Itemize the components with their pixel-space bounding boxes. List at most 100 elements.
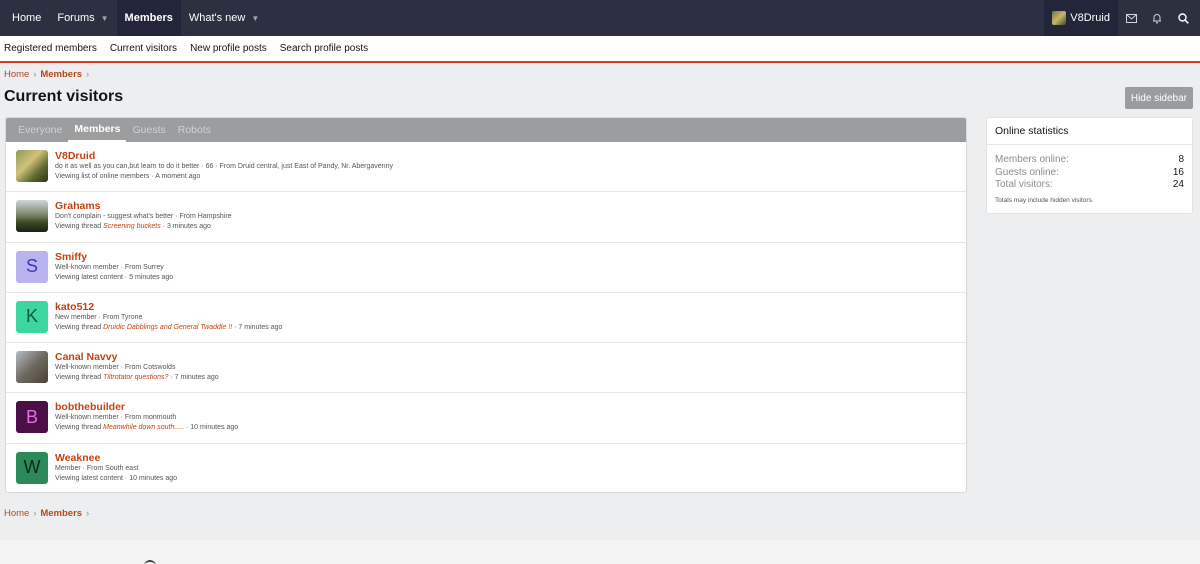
member-details: Don't complain - suggest what's better ·… [55,213,232,221]
member-info: V8Druid do it as well as you can,but lear… [55,150,393,182]
chevron-right-icon: › [33,508,37,518]
nav-tab-home[interactable]: Home [4,0,49,36]
nav-tab-label: Members [124,12,173,24]
subnav-item-current-visitors[interactable]: Current visitors [110,43,177,54]
thread-link[interactable]: Meanwhile down south..... [103,424,184,431]
list-item: S Smiffy Well-known member · From Surrey Vi… [6,243,966,293]
stat-value: 24 [1172,179,1184,190]
online-statistics-panel: Online statistics Members online: 8 Guests… [986,117,1193,214]
nav-tab-label: What's new [188,12,246,24]
activity-time: · 7 minutes ago [168,374,219,382]
nav-tab-what-s-new[interactable]: What's new ▼ [181,0,267,36]
member-activity: Viewing thread Druidic Dabblings and Gen… [55,323,282,333]
member-info: kato512 New member · From Tyrone Viewing t… [55,301,282,333]
page-title: Current visitors [4,88,124,105]
thread-link[interactable]: Screening buckets [103,223,161,230]
thread-link[interactable]: Tiltrotator questions? [103,374,168,381]
list-item: Bbobthebuilder Well-known member · From m… [6,393,966,444]
stat-value: 8 [1178,154,1184,165]
breadcrumb-members[interactable]: Members [40,508,82,519]
member-details: do it as well as you can,but learn to do… [55,163,393,170]
bell-icon[interactable] [1144,0,1170,36]
member-info: bobthebuilder Well-known member · From mo… [55,401,238,433]
stat-label: Total visitors: [995,179,1053,190]
member-name[interactable]: bobthebuilder [55,401,238,413]
chevron-right-icon: › [33,69,37,79]
subnav-item-new-profile-posts[interactable]: New profile posts [190,43,267,54]
activity-text: Viewing list of online members · A momen… [55,173,201,180]
tab-everyone[interactable]: Everyone [12,118,68,142]
subnav-item-registered-members[interactable]: Registered members [4,43,97,54]
list-item: Grahams Don't complain - suggest what's b… [6,192,966,243]
sub-navigation: Registered members Current visitors New pr… [0,36,1200,63]
stat-value: 16 [1172,166,1184,178]
member-name[interactable]: V8Druid [55,150,393,162]
username: V8Druid [1070,12,1110,24]
stat-row: Guests online: 16 [987,167,1192,180]
avatar[interactable]: S [16,250,48,283]
stat-label: Guests online: [995,166,1059,178]
hide-sidebar-button[interactable]: Hide sidebar [1124,87,1193,109]
activity-time: · 3 minutes ago [160,223,211,231]
activity-text: Viewing latest content · 10 minutes ago [55,474,178,482]
avatar[interactable] [16,351,48,384]
member-name[interactable]: kato512 [55,301,282,313]
chevron-right-icon: › [86,69,90,79]
envelope-icon[interactable] [1118,0,1144,36]
nav-tab-label: Home [12,12,42,24]
tab-robots[interactable]: Robots [172,118,217,142]
nav-tab-forums[interactable]: Forums ▼ [49,0,116,36]
member-details: Well-known member · From Cotswolds [55,364,176,372]
activity-text: Viewing thread [55,323,104,331]
stat-row: Total visitors: 24 [987,179,1192,192]
member-info: Weaknee Member · From South east Viewing l… [55,452,177,484]
user-avatar [1052,11,1067,25]
member-list: V8Druid do it as well as you can,but lear… [6,142,966,492]
footer [0,540,1200,564]
nav-tabs: Home Forums ▼ Members What's new ▼ [4,0,267,36]
avatar[interactable]: W [16,451,48,484]
member-details: New member · From Tyrone [55,313,143,321]
breadcrumb-home[interactable]: Home [4,69,29,80]
avatar[interactable] [16,150,48,182]
member-name[interactable]: Grahams [55,200,232,212]
avatar[interactable]: B [16,401,48,434]
list-item: W Weaknee Member · From South east Viewing … [6,444,966,492]
member-info: Canal Navvy Well-known member · From Cots… [55,351,219,383]
stats-note: Totals may include hidden visitors. [995,196,1094,204]
activity-time: · 7 minutes ago [232,323,283,331]
sidebar-title: Online statistics [987,118,1192,145]
breadcrumb-home[interactable]: Home [4,508,29,519]
chevron-down-icon: ▼ [100,13,109,23]
avatar[interactable]: K [16,300,48,333]
member-details: Member · From South east [55,464,139,472]
footer-logo [144,560,156,564]
user-menu[interactable]: V8Druid [1044,0,1118,36]
member-activity: Viewing thread Tiltrotator questions? · … [55,373,219,383]
activity-text: Viewing latest content · 5 minutes ago [55,273,174,281]
tab-members[interactable]: Members [68,118,127,142]
member-activity: Viewing latest content · 5 minutes ago [55,273,173,283]
breadcrumb-bottom: Home › Members › [0,502,93,524]
visitors-list: Everyone Members Guests Robots V8Druid do it… [5,117,967,493]
search-icon[interactable] [1170,0,1196,36]
list-item: V8Druid do it as well as you can,but lear… [6,142,966,193]
chevron-right-icon: › [86,508,90,518]
activity-text: Viewing thread [55,223,104,231]
breadcrumb: Home › Members › [0,63,1200,85]
tab-guests[interactable]: Guests [126,118,171,142]
subnav-item-search-profile-posts[interactable]: Search profile posts [280,43,368,54]
breadcrumb-members[interactable]: Members [40,69,82,80]
member-name[interactable]: Canal Navvy [55,351,219,363]
thread-link[interactable]: Druidic Dabblings and General Twaddle !! [103,324,232,331]
activity-time: · 10 minutes ago [184,424,239,432]
activity-text: Viewing thread [55,374,104,382]
activity-text: Viewing thread [55,424,104,432]
nav-right: V8Druid [1044,0,1196,36]
avatar[interactable] [16,200,48,233]
member-name[interactable]: Weaknee [55,452,177,464]
nav-tab-members[interactable]: Members [116,0,181,36]
member-name[interactable]: Smiffy [55,251,173,263]
member-details: Well-known member · From monmouth [55,414,177,422]
filter-tabs: Everyone Members Guests Robots [6,118,966,142]
